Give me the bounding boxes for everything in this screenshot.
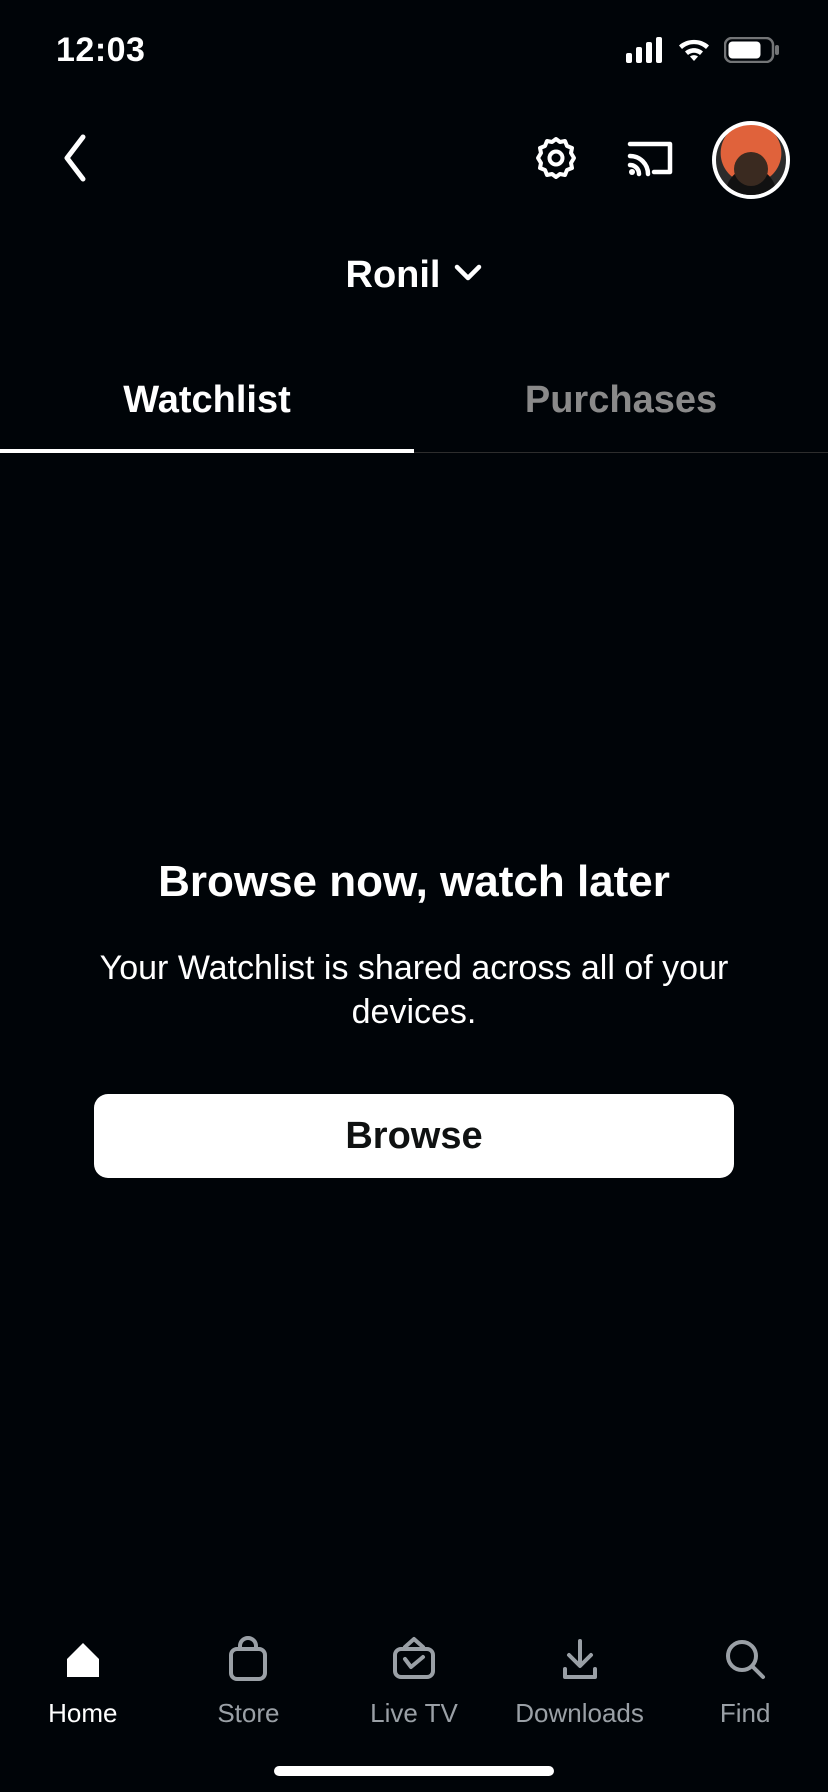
empty-subtitle: Your Watchlist is shared across all of y… — [42, 947, 786, 1034]
nav-label: Home — [48, 1698, 117, 1729]
status-time: 12:03 — [56, 31, 145, 70]
tab-label: Watchlist — [123, 379, 291, 421]
tab-label: Purchases — [525, 379, 717, 421]
cast-button[interactable] — [612, 122, 688, 198]
status-icons — [626, 37, 780, 63]
back-button[interactable] — [38, 122, 114, 198]
home-indicator[interactable] — [274, 1766, 554, 1776]
bag-icon — [225, 1635, 271, 1690]
home-icon — [59, 1635, 107, 1690]
tv-icon — [389, 1635, 439, 1690]
top-nav — [0, 100, 828, 220]
tabs: Watchlist Purchases — [0, 353, 828, 453]
profile-avatar[interactable] — [712, 121, 790, 199]
status-bar: 12:03 — [0, 0, 828, 100]
nav-label: Downloads — [515, 1698, 644, 1729]
nav-label: Find — [720, 1698, 771, 1729]
nav-home[interactable]: Home — [8, 1634, 158, 1729]
empty-state: Browse now, watch later Your Watchlist i… — [0, 473, 828, 1562]
nav-store[interactable]: Store — [173, 1634, 323, 1729]
chevron-down-icon — [454, 264, 482, 287]
battery-icon — [724, 37, 780, 63]
settings-button[interactable] — [518, 122, 594, 198]
gear-icon — [533, 135, 579, 186]
tab-purchases[interactable]: Purchases — [414, 353, 828, 452]
nav-find[interactable]: Find — [670, 1634, 820, 1729]
nav-label: Store — [217, 1698, 279, 1729]
chevron-left-icon — [61, 133, 91, 188]
nav-label: Live TV — [370, 1698, 458, 1729]
nav-livetv[interactable]: Live TV — [339, 1634, 489, 1729]
cast-icon — [626, 138, 674, 183]
profile-selector[interactable]: Ronil — [0, 254, 828, 297]
empty-title: Browse now, watch later — [158, 857, 670, 907]
wifi-icon — [676, 37, 712, 63]
browse-button-label: Browse — [345, 1115, 482, 1157]
download-icon — [557, 1635, 603, 1690]
search-icon — [721, 1635, 769, 1690]
cellular-icon — [626, 37, 664, 63]
profile-name: Ronil — [346, 254, 441, 297]
nav-downloads[interactable]: Downloads — [505, 1634, 655, 1729]
browse-button[interactable]: Browse — [94, 1094, 734, 1178]
screen: 12:03 — [0, 0, 828, 1792]
tab-watchlist[interactable]: Watchlist — [0, 353, 414, 452]
